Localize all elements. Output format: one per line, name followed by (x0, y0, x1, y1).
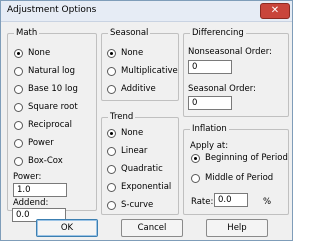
radio-icon (14, 102, 23, 112)
trend-group: Trend None Linear Quadratic Exponential … (101, 112, 179, 215)
radio-icon (107, 200, 116, 210)
radio-icon (107, 48, 116, 58)
radio-icon (107, 128, 116, 138)
cancel-button[interactable]: Cancel (121, 219, 183, 237)
seasonal-option-none[interactable]: None (107, 47, 143, 59)
trend-option-s-curve[interactable]: S-curve (107, 199, 153, 211)
help-button[interactable]: Help (206, 219, 268, 237)
math-option-box-cox[interactable]: Box-Cox (14, 155, 63, 167)
inflation-legend: Inflation (190, 124, 229, 134)
close-button[interactable]: ✕ (260, 3, 290, 19)
trend-option-label: Exponential (121, 182, 172, 192)
title-bar: Adjustment Options ✕ (1, 1, 292, 22)
window-title: Adjustment Options (7, 5, 97, 15)
differencing-legend: Differencing (190, 28, 246, 38)
math-option-label: Square root (28, 102, 78, 112)
radio-icon (14, 48, 23, 58)
seasonal-group: Seasonal None Multiplicative Additive (101, 28, 179, 101)
rate-input[interactable]: 0.0 (214, 193, 248, 207)
rate-unit-label: % (263, 197, 272, 207)
trend-option-linear[interactable]: Linear (107, 145, 147, 157)
radio-icon (107, 84, 116, 94)
nonseasonal-order-label: Nonseasonal Order: (188, 47, 272, 57)
inflation-option-label: Middle of Period (205, 173, 274, 183)
seasonal-order-input[interactable]: 0 (188, 96, 232, 110)
trend-option-label: Quadratic (121, 164, 163, 174)
addend-label: Addend: (13, 198, 49, 208)
math-legend: Math (14, 28, 40, 38)
radio-icon (14, 156, 23, 166)
math-group: Math None Natural log Base 10 log Square… (7, 28, 97, 211)
seasonal-order-label: Seasonal Order: (188, 84, 256, 94)
trend-option-label: Linear (121, 146, 148, 156)
inflation-option-label: Beginning of Period (205, 153, 288, 163)
math-option-reciprocal[interactable]: Reciprocal (14, 119, 72, 131)
power-label: Power: (13, 172, 42, 182)
math-option-power[interactable]: Power (14, 137, 54, 149)
trend-legend: Trend (108, 112, 136, 122)
apply-at-label: Apply at: (190, 141, 229, 151)
radio-icon (14, 120, 23, 130)
seasonal-legend: Seasonal (108, 28, 151, 38)
radio-icon (107, 66, 116, 76)
power-input[interactable]: 1.0 (13, 183, 67, 197)
math-option-label: Natural log (28, 66, 76, 76)
ok-button[interactable]: OK (36, 219, 98, 237)
trend-option-exponential[interactable]: Exponential (107, 181, 171, 193)
radio-icon (14, 138, 23, 148)
trend-option-none[interactable]: None (107, 127, 143, 139)
seasonal-option-multiplicative[interactable]: Multiplicative (107, 65, 178, 77)
inflation-option-beginning[interactable]: Beginning of Period (191, 152, 288, 164)
math-option-square-root[interactable]: Square root (14, 101, 78, 113)
radio-icon (191, 153, 200, 163)
trend-option-quadratic[interactable]: Quadratic (107, 163, 163, 175)
seasonal-option-label: Multiplicative (121, 66, 178, 76)
math-option-label: Reciprocal (28, 120, 72, 130)
math-option-natural-log[interactable]: Natural log (14, 65, 75, 77)
radio-icon (191, 173, 200, 183)
radio-icon (107, 146, 116, 156)
math-option-label: None (28, 48, 51, 58)
seasonal-option-label: Additive (121, 84, 156, 94)
nonseasonal-order-input[interactable]: 0 (188, 60, 232, 74)
radio-icon (107, 164, 116, 174)
inflation-option-middle[interactable]: Middle of Period (191, 172, 273, 184)
adjustment-options-dialog: Adjustment Options ✕ Math None Natural l… (0, 0, 293, 241)
seasonal-option-label: None (121, 48, 144, 58)
math-option-base-10-log[interactable]: Base 10 log (14, 83, 78, 95)
rate-label: Rate: (191, 197, 214, 207)
math-option-none[interactable]: None (14, 47, 50, 59)
inflation-group: Inflation Apply at: Beginning of Period … (183, 124, 289, 215)
differencing-group: Differencing Nonseasonal Order: 0 Season… (183, 28, 289, 117)
radio-icon (107, 182, 116, 192)
radio-icon (14, 84, 23, 94)
math-option-label: Base 10 log (28, 84, 78, 94)
math-option-label: Power (28, 138, 54, 148)
trend-option-label: None (121, 128, 144, 138)
trend-option-label: S-curve (121, 200, 154, 210)
radio-icon (14, 66, 23, 76)
math-option-label: Box-Cox (28, 156, 63, 166)
seasonal-option-additive[interactable]: Additive (107, 83, 156, 95)
